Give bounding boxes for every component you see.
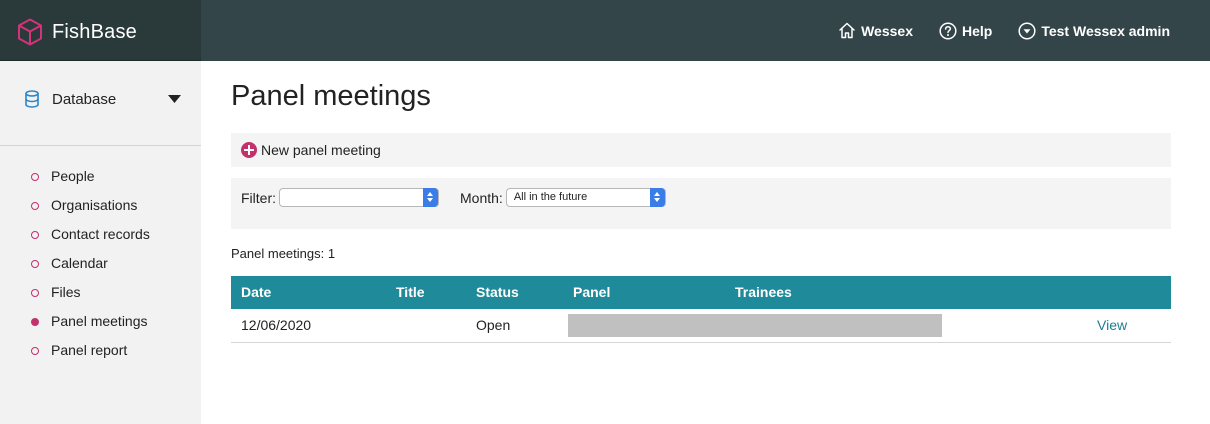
month-select[interactable]: All in the future	[505, 188, 666, 207]
sidebar-item-contact-records[interactable]: Contact records	[0, 220, 201, 249]
database-label: Database	[52, 91, 117, 108]
action-bar: New panel meeting	[231, 133, 1171, 167]
sidebar-item-calendar[interactable]: Calendar	[0, 249, 201, 278]
filter-select[interactable]	[279, 188, 439, 207]
column-header-date[interactable]: Date	[241, 276, 271, 309]
sidebar-item-people[interactable]: People	[0, 162, 201, 191]
column-header-trainees[interactable]: Trainees	[735, 276, 792, 309]
bullet-active-icon	[31, 318, 39, 326]
sidebar-item-panel-report[interactable]: Panel report	[0, 336, 201, 365]
select-arrows-icon	[423, 188, 438, 207]
column-header-panel[interactable]: Panel	[573, 276, 610, 309]
redacted-panel-trainees	[568, 314, 942, 337]
cell-status: Open	[476, 317, 511, 333]
bullet-icon	[31, 173, 39, 181]
sidebar-item-label: People	[51, 168, 95, 184]
database-selector[interactable]: Database	[0, 61, 201, 145]
sidebar-item-label: Organisations	[51, 197, 138, 213]
brand[interactable]: FishBase	[0, 0, 201, 61]
bullet-icon	[31, 260, 39, 268]
page-title: Panel meetings	[231, 80, 431, 112]
sidebar-item-label: Contact records	[51, 226, 150, 242]
bullet-icon	[31, 347, 39, 355]
database-icon	[25, 90, 39, 108]
sidebar-item-files[interactable]: Files	[0, 278, 201, 307]
bullet-icon	[31, 231, 39, 239]
table-header: Date Title Status Panel Trainees	[231, 276, 1171, 309]
select-arrows-icon	[649, 188, 665, 207]
sidebar-item-label: Files	[51, 284, 81, 300]
brand-name: FishBase	[52, 21, 137, 43]
sidebar: FishBase Database People Organisations C…	[0, 0, 201, 424]
sidebar-item-label: Calendar	[51, 255, 108, 271]
sidebar-item-label: Panel report	[51, 342, 128, 358]
new-panel-meeting-button[interactable]: New panel meeting	[241, 142, 381, 158]
cell-date: 12/06/2020	[241, 317, 312, 333]
bullet-icon	[31, 202, 39, 210]
filter-bar: Filter: Month: All in the future	[231, 178, 1171, 229]
month-label: Month:	[460, 189, 503, 206]
sidebar-item-panel-meetings[interactable]: Panel meetings	[0, 307, 201, 336]
new-panel-meeting-label: New panel meeting	[261, 142, 381, 158]
filter-label: Filter:	[241, 189, 276, 206]
filter-group: Filter:	[241, 188, 439, 207]
month-group: Month: All in the future	[460, 188, 666, 207]
plus-circle-icon	[241, 142, 257, 158]
view-link[interactable]: View	[1097, 309, 1127, 342]
column-header-title[interactable]: Title	[396, 276, 425, 309]
main-content: Panel meetings New panel meeting Filter:…	[231, 0, 1171, 424]
month-select-value: All in the future	[513, 191, 588, 203]
cube-icon	[18, 18, 42, 46]
column-header-status[interactable]: Status	[476, 276, 519, 309]
sidebar-item-label: Panel meetings	[51, 313, 148, 329]
sidebar-divider	[0, 145, 201, 146]
panel-meetings-count: Panel meetings: 1	[231, 246, 336, 261]
panel-meetings-table: Date Title Status Panel Trainees 12/06/2…	[231, 276, 1171, 343]
bullet-icon	[31, 289, 39, 297]
sidebar-item-organisations[interactable]: Organisations	[0, 191, 201, 220]
table-row: 12/06/2020 Open View	[231, 309, 1171, 343]
sidebar-nav: People Organisations Contact records Cal…	[0, 162, 201, 365]
caret-down-icon	[168, 95, 181, 103]
